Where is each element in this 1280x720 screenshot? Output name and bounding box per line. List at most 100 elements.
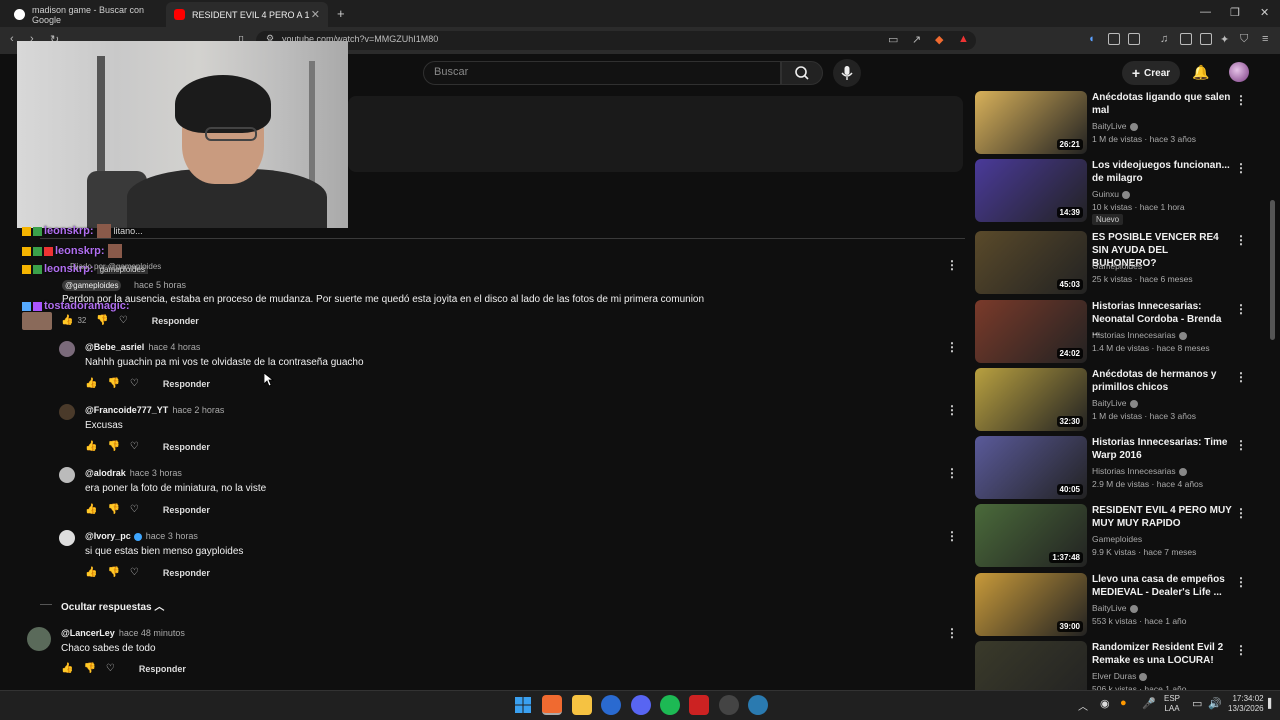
create-button[interactable]: + Crear (1122, 61, 1180, 85)
more-options-icon[interactable]: ⋮ (946, 529, 958, 543)
video-thumbnail[interactable]: 24:02 (975, 300, 1087, 363)
clock[interactable]: 17:34:02 13/3/2026 (1228, 694, 1264, 714)
scrollbar[interactable] (1270, 200, 1275, 340)
dislike-icon[interactable]: 👎 (107, 567, 119, 578)
reply-avatar[interactable] (59, 404, 75, 420)
video-title[interactable]: Historias Innecesarias: Time Warp 2016 (1092, 436, 1232, 462)
search-input[interactable] (423, 61, 781, 85)
notifications-tray-icon[interactable]: ▌ (1268, 698, 1274, 708)
start-button[interactable] (513, 695, 533, 715)
recommended-video[interactable]: 39:00 Llevo una casa de empeños MEDIEVAL … (975, 573, 1265, 636)
video-thumbnail[interactable]: 26:21 (975, 91, 1087, 154)
channel-name[interactable]: Historias Innecesarias (1092, 330, 1187, 340)
menu-icon[interactable]: ≡ (1262, 33, 1268, 45)
reply-avatar[interactable] (59, 530, 75, 546)
recommended-video[interactable]: 1:37:48 RESIDENT EVIL 4 PERO MUY MUY MUY … (975, 504, 1265, 567)
heart-icon[interactable]: ♡ (130, 378, 139, 389)
tab-google[interactable]: madison game - Buscar con Google (6, 2, 166, 27)
ccleaner-app-icon[interactable] (748, 695, 768, 715)
sidebar-icon[interactable] (1180, 33, 1192, 45)
app-tray-icon[interactable]: ● (1120, 697, 1127, 709)
screenshot-icon[interactable] (1128, 33, 1140, 45)
channel-name[interactable]: Elver Duras (1092, 671, 1148, 681)
heart-icon[interactable]: ♡ (130, 441, 139, 452)
recommended-video[interactable]: 14:39 Los videojuegos funcionan... de mil… (975, 159, 1265, 225)
video-thumbnail[interactable]: 39:00 (975, 573, 1087, 636)
reply-button[interactable]: Responder (163, 442, 210, 452)
account-avatar[interactable] (1229, 62, 1249, 82)
more-options-icon[interactable]: ⋮ (1235, 302, 1247, 316)
volume-icon[interactable]: 🔊 (1208, 697, 1222, 710)
more-options-icon[interactable]: ⋮ (1235, 438, 1247, 452)
close-tab-icon[interactable]: ✕ (311, 8, 320, 21)
video-title[interactable]: RESIDENT EVIL 4 PERO MUY MUY MUY RAPIDO (1092, 504, 1232, 530)
more-options-icon[interactable]: ⋮ (946, 626, 958, 640)
recommended-video[interactable]: 26:21 Anécdotas ligando que salen mal Bait… (975, 91, 1265, 154)
more-options-icon[interactable]: ⋮ (946, 466, 958, 480)
minimize-button[interactable]: — (1200, 6, 1211, 18)
back-icon[interactable]: ‹ (10, 33, 14, 45)
brave-rewards-icon[interactable]: ▲ (958, 33, 969, 45)
video-title[interactable]: Randomizer Resident Evil 2 Remake es una… (1092, 641, 1232, 667)
wallet-icon[interactable] (1200, 33, 1212, 45)
channel-name[interactable]: BaityLive (1092, 398, 1138, 408)
description-box[interactable] (348, 96, 963, 172)
reply-button[interactable]: Responder (163, 505, 210, 515)
tab-youtube[interactable]: RESIDENT EVIL 4 PERO A 1 DE V ✕ (166, 2, 328, 27)
like-icon[interactable]: 👍 (85, 441, 97, 452)
music-icon[interactable]: ♫ (1160, 33, 1168, 45)
reply-avatar[interactable] (59, 341, 75, 357)
more-options-icon[interactable]: ⋮ (1235, 161, 1247, 175)
more-options-icon[interactable]: ⋮ (946, 403, 958, 417)
like-icon[interactable]: 👍 (85, 567, 97, 578)
recommended-video[interactable]: 40:05 Historias Innecesarias: Time Warp 2… (975, 436, 1265, 499)
new-tab-button[interactable]: + (337, 6, 345, 21)
channel-name[interactable]: Historias Innecesarias (1092, 466, 1187, 476)
spotify-app-icon[interactable] (660, 695, 680, 715)
video-title[interactable]: Anécdotas ligando que salen mal (1092, 91, 1232, 117)
vpn-icon[interactable]: ⛉ (1240, 33, 1248, 46)
channel-name[interactable]: BaityLive (1092, 121, 1138, 131)
reply-avatar[interactable] (59, 467, 75, 483)
hide-replies-button[interactable]: Ocultar respuestas ︿ (61, 598, 164, 613)
brave-shield-icon[interactable]: ◆ (935, 33, 943, 46)
dislike-icon[interactable]: 👎 (107, 441, 119, 452)
video-thumbnail[interactable]: 14:39 (975, 159, 1087, 222)
cast-icon[interactable]: ▭ (888, 33, 898, 46)
more-options-icon[interactable]: ⋮ (1235, 643, 1247, 657)
reply-button[interactable]: Responder (152, 316, 199, 326)
reply-button[interactable]: Responder (139, 664, 186, 674)
more-options-icon[interactable]: ⋮ (1235, 233, 1247, 247)
file-explorer-icon[interactable] (572, 695, 592, 715)
brave-app-icon[interactable] (542, 695, 562, 715)
language-indicator[interactable]: ESP LAA (1164, 694, 1180, 714)
like-icon[interactable]: 👍 (61, 663, 73, 674)
audio-icon[interactable]: ◖ (1088, 33, 1095, 45)
like-icon[interactable]: 👍 (85, 504, 97, 515)
more-options-icon[interactable]: ⋮ (1235, 575, 1247, 589)
dislike-icon[interactable]: 👎 (107, 504, 119, 515)
maximize-button[interactable]: ❐ (1230, 6, 1240, 19)
more-options-icon[interactable]: ⋮ (946, 258, 958, 272)
more-options-icon[interactable]: ⋮ (1235, 370, 1247, 384)
more-options-icon[interactable]: ⋮ (946, 340, 958, 354)
video-title[interactable]: Anécdotas de hermanos y primillos chicos (1092, 368, 1232, 394)
recommended-video[interactable]: 45:03 ES POSIBLE VENCER RE4 SIN AYUDA DEL… (975, 231, 1265, 294)
obs-app-icon[interactable] (719, 695, 739, 715)
video-thumbnail[interactable]: 45:03 (975, 231, 1087, 294)
reply-button[interactable]: Responder (163, 568, 210, 578)
search-button[interactable] (781, 61, 823, 85)
dislike-icon[interactable]: 👎 (96, 315, 108, 326)
author-tag[interactable]: @gameploides (62, 280, 122, 291)
comment-avatar[interactable] (27, 627, 51, 651)
mic-tray-icon[interactable]: 🎤 (1142, 697, 1156, 710)
discord-app-icon[interactable] (631, 695, 651, 715)
dislike-icon[interactable]: 👎 (83, 663, 95, 674)
voice-search-button[interactable] (833, 59, 861, 87)
comment-avatar[interactable] (22, 312, 52, 330)
video-thumbnail[interactable]: 40:05 (975, 436, 1087, 499)
channel-name[interactable]: BaityLive (1092, 603, 1138, 613)
heart-icon[interactable]: ♡ (130, 504, 139, 515)
chevron-up-icon[interactable]: ︿ (1078, 698, 1088, 713)
recording-app-icon[interactable] (689, 695, 709, 715)
